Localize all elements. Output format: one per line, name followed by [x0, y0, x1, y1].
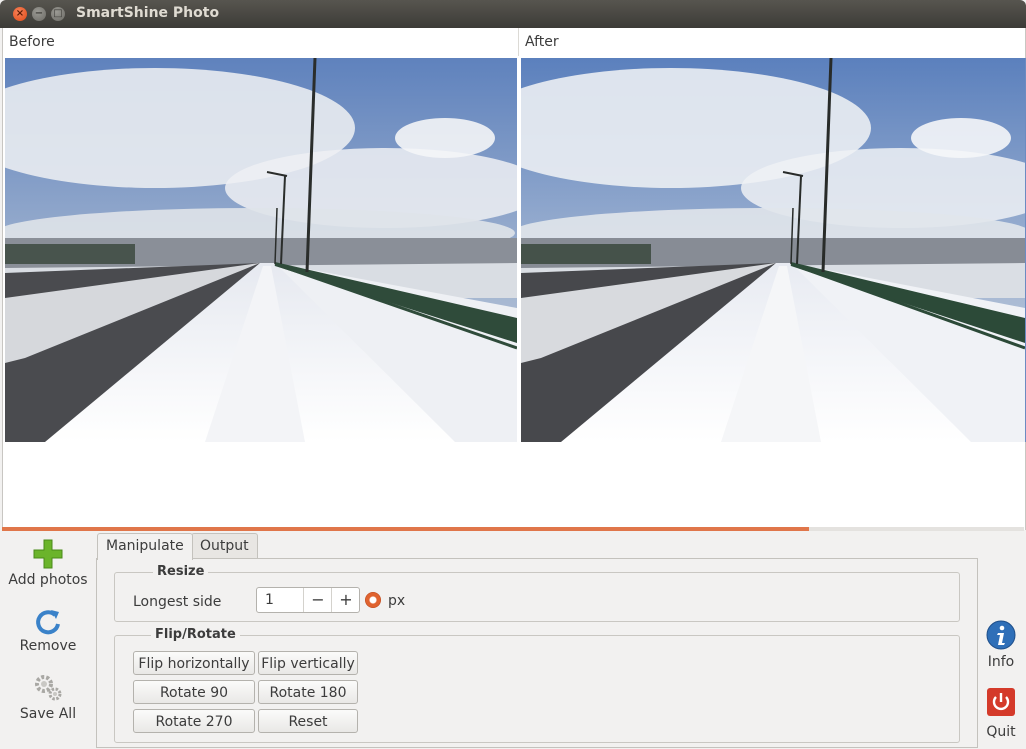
info-button[interactable]: Info [980, 620, 1022, 670]
remove-button[interactable]: Remove [2, 608, 94, 654]
after-photo [521, 58, 1026, 442]
title-bar: × − □ SmartShine Photo [0, 0, 1026, 28]
decrement-button[interactable]: − [303, 588, 332, 612]
remove-label: Remove [19, 638, 77, 654]
px-unit-label: px [388, 593, 406, 609]
quit-button[interactable]: Quit [980, 688, 1022, 740]
increment-button[interactable]: + [331, 588, 360, 612]
close-window-button[interactable]: × [13, 7, 27, 21]
minimize-window-button[interactable]: − [32, 7, 46, 21]
px-radio[interactable] [365, 592, 381, 608]
panel-divider [518, 28, 519, 56]
add-icon [33, 539, 63, 569]
add-photos-button[interactable]: Add photos [2, 538, 94, 588]
info-icon [986, 620, 1016, 650]
progress-fill [2, 527, 810, 531]
resize-group-title: Resize [153, 564, 209, 579]
resize-group: Resize Longest side 1 − + px [114, 564, 960, 622]
rotate-90-button[interactable]: Rotate 90 [133, 680, 255, 704]
tab-manipulate[interactable]: Manipulate [97, 533, 193, 560]
save-all-label: Save All [19, 706, 77, 722]
manipulate-pane: Resize Longest side 1 − + px Flip/Rotate… [96, 558, 978, 748]
maximize-window-button[interactable]: □ [51, 7, 65, 21]
before-label: Before [9, 34, 55, 50]
gears-icon [35, 675, 62, 701]
flip-horizontally-button[interactable]: Flip horizontally [133, 651, 255, 675]
image-view-area: Before After [2, 28, 1026, 530]
add-photos-label: Add photos [8, 572, 88, 588]
tab-output[interactable]: Output [191, 533, 258, 559]
after-label: After [525, 34, 559, 50]
refresh-icon [36, 610, 60, 635]
rotate-180-button[interactable]: Rotate 180 [258, 680, 358, 704]
quit-label: Quit [986, 724, 1016, 740]
flip-vertically-button[interactable]: Flip vertically [258, 651, 358, 675]
power-icon [987, 688, 1015, 716]
progress-bar [2, 527, 1024, 531]
window-title: SmartShine Photo [76, 5, 220, 21]
before-photo [5, 58, 517, 442]
rotate-270-button[interactable]: Rotate 270 [133, 709, 255, 733]
longest-side-input[interactable]: 1 [265, 592, 274, 608]
reset-button[interactable]: Reset [258, 709, 358, 733]
flip-rotate-group-title: Flip/Rotate [151, 627, 240, 642]
save-all-button[interactable]: Save All [2, 672, 94, 722]
longest-side-stepper[interactable]: 1 − + [256, 587, 360, 613]
longest-side-label: Longest side [133, 594, 222, 610]
info-label: Info [987, 654, 1015, 670]
flip-rotate-group: Flip/Rotate Flip horizontally Flip verti… [114, 627, 960, 743]
